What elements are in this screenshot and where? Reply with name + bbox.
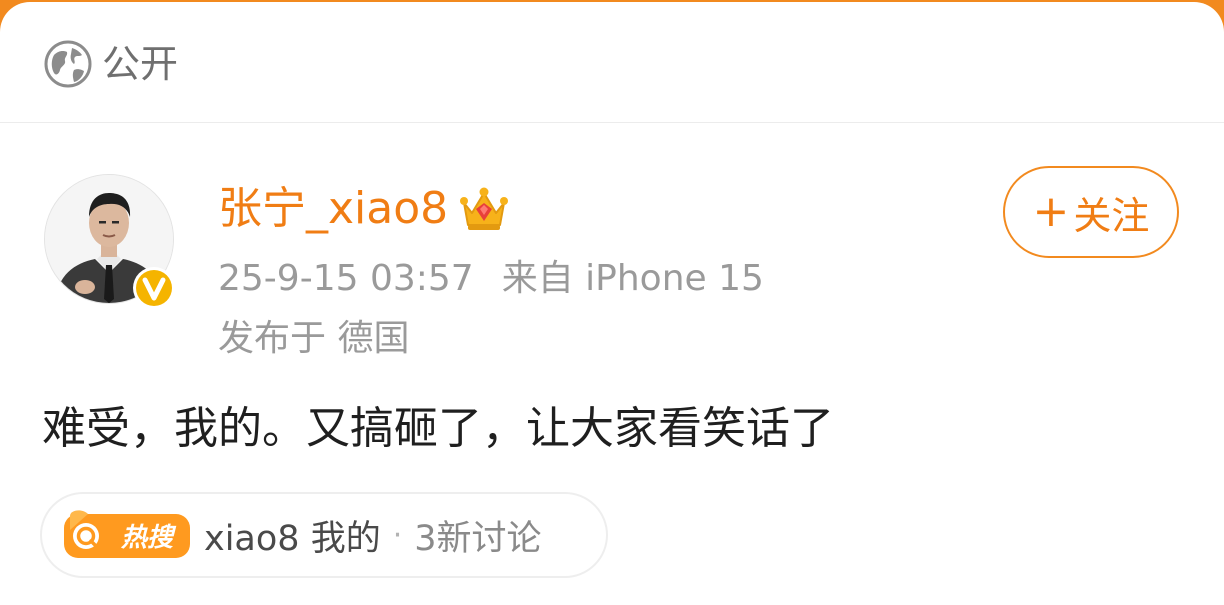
topic-separator: · bbox=[392, 517, 403, 553]
hot-topic-pill[interactable]: 热搜 xiao8 我的 · 3新讨论 bbox=[40, 492, 608, 578]
author-name-row: 张宁_xiao8 bbox=[218, 178, 510, 240]
follow-button[interactable]: + 关注 bbox=[1003, 166, 1179, 258]
post-timestamp: 25-9-15 03:57 bbox=[218, 258, 474, 299]
hot-search-badge: 热搜 bbox=[64, 510, 190, 558]
crown-icon bbox=[460, 187, 509, 230]
verified-v-icon bbox=[133, 267, 175, 309]
follow-button-label: 关注 bbox=[1073, 193, 1150, 238]
hot-search-badge-label: 热搜 bbox=[120, 523, 177, 553]
post-location: 发布于 德国 bbox=[218, 318, 410, 359]
post-meta-time-source: 25-9-15 03:57 来自 iPhone 15 bbox=[218, 254, 764, 304]
plus-icon: + bbox=[1032, 186, 1070, 237]
author-name[interactable]: 张宁_xiao8 bbox=[218, 178, 448, 240]
author-avatar[interactable] bbox=[44, 174, 175, 309]
discussion-count: 3新讨论 bbox=[414, 518, 542, 559]
visibility-indicator[interactable]: 公开 bbox=[44, 38, 178, 90]
divider bbox=[0, 122, 1224, 123]
hot-topic-title: xiao8 我的 bbox=[204, 518, 381, 559]
globe-icon bbox=[44, 40, 92, 88]
visibility-label: 公开 bbox=[102, 42, 179, 86]
post-card: 公开 张宁_xiao8 25-9-15 03:57 来自 iPhone 15 发… bbox=[0, 2, 1224, 605]
post-content: 难受，我的。又搞砸了，让大家看笑话了 bbox=[42, 403, 834, 454]
post-source: 来自 iPhone 15 bbox=[501, 258, 764, 299]
